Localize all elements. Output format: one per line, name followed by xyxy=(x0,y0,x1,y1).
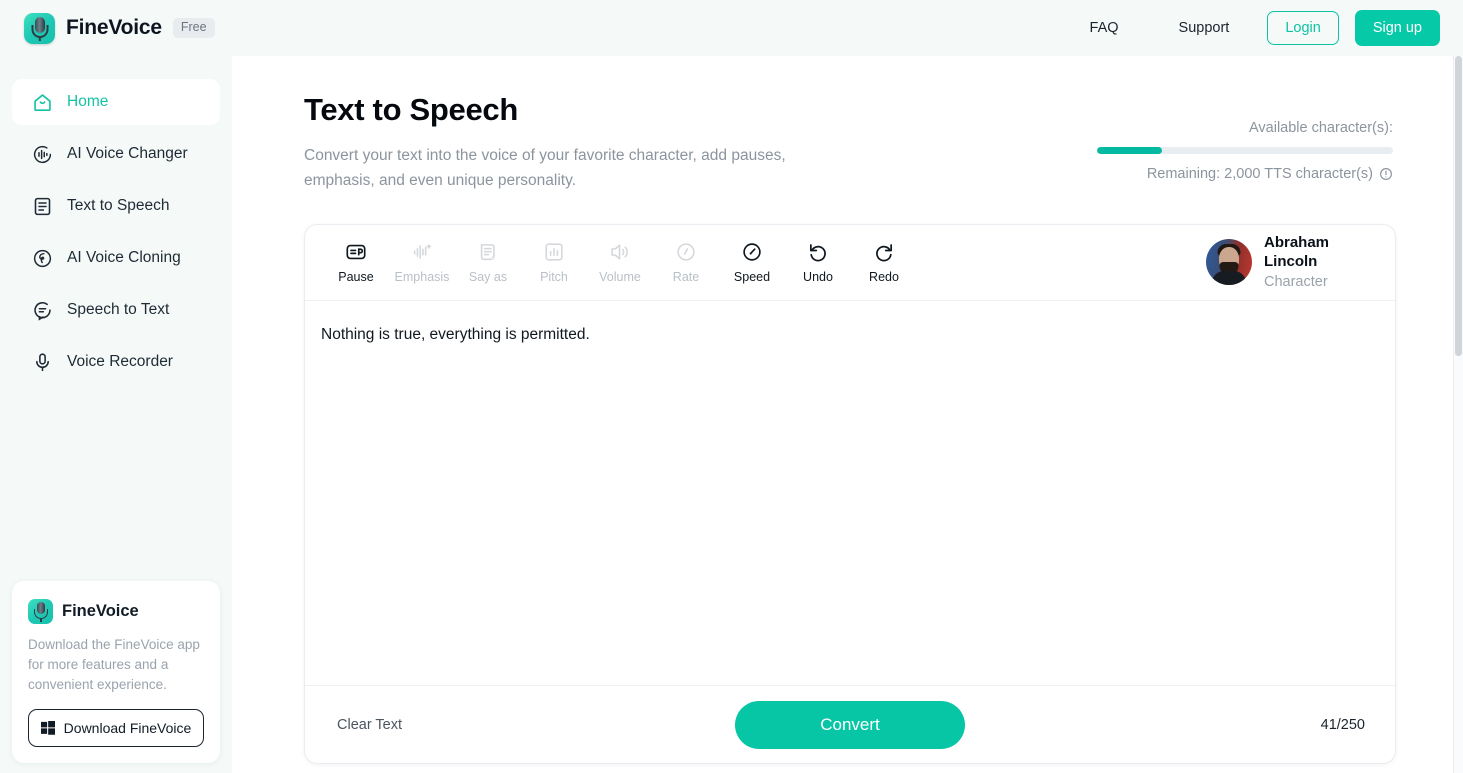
download-app-card: FineVoice Download the FineVoice app for… xyxy=(12,581,220,763)
plan-badge: Free xyxy=(173,18,215,38)
main-content: Text to Speech Convert your text into th… xyxy=(232,56,1463,773)
quota-panel: Available character(s): Remaining: 2,000… xyxy=(1097,120,1393,182)
login-button[interactable]: Login xyxy=(1267,11,1338,45)
home-icon xyxy=(32,92,53,113)
tool-label: Say as xyxy=(469,270,507,284)
sidebar-item-ai-voice-cloning[interactable]: AI Voice Cloning xyxy=(12,235,220,281)
tool-label: Volume xyxy=(599,270,641,284)
tool-label: Undo xyxy=(803,270,833,284)
say-as-doc-icon xyxy=(477,241,499,263)
tool-say-as: Say as xyxy=(455,241,521,284)
page-title: Text to Speech xyxy=(304,92,518,128)
clear-text-button[interactable]: Clear Text xyxy=(337,717,402,733)
tool-emphasis: Emphasis xyxy=(389,241,455,284)
microphone-icon xyxy=(32,352,53,373)
tool-pause[interactable]: Pause xyxy=(323,241,389,284)
pitch-bars-icon xyxy=(543,241,565,263)
tool-speed[interactable]: Speed xyxy=(719,241,785,284)
quota-remaining-row: Remaining: 2,000 TTS character(s) xyxy=(1097,166,1393,182)
download-button-label: Download FineVoice xyxy=(64,720,192,736)
download-finevoice-button[interactable]: Download FineVoice xyxy=(28,709,204,747)
tool-label: Rate xyxy=(673,270,699,284)
tool-label: Pitch xyxy=(540,270,568,284)
sidebar-item-label: Text to Speech xyxy=(67,197,170,215)
character-name: Abraham Lincoln xyxy=(1264,233,1369,271)
sidebar-item-label: AI Voice Cloning xyxy=(67,249,181,267)
brand: FineVoice Free xyxy=(24,13,215,44)
tool-label: Emphasis xyxy=(395,270,450,284)
pause-tag-icon xyxy=(345,241,367,263)
character-selector[interactable]: Abraham Lincoln Character xyxy=(1206,233,1381,292)
quota-label: Available character(s): xyxy=(1097,120,1393,136)
sidebar-item-text-to-speech[interactable]: Text to Speech xyxy=(12,183,220,229)
scrollbar-thumb[interactable] xyxy=(1455,56,1462,356)
tool-label: Speed xyxy=(734,270,770,284)
speech-bubble-icon xyxy=(32,300,53,321)
tool-pitch: Pitch xyxy=(521,241,587,284)
windows-icon xyxy=(41,721,55,735)
app-header: FineVoice Free FAQ Support Login Sign up xyxy=(0,0,1463,56)
undo-arrow-icon xyxy=(807,241,829,263)
speedometer-icon xyxy=(741,241,763,263)
sidebar-item-home[interactable]: Home xyxy=(12,79,220,125)
abraham-lincoln-avatar xyxy=(1206,239,1252,285)
convert-button[interactable]: Convert xyxy=(735,701,965,749)
sidebar-item-label: Voice Recorder xyxy=(67,353,173,371)
microphone-logo-icon xyxy=(24,13,55,44)
quota-remaining-text: Remaining: 2,000 TTS character(s) xyxy=(1147,166,1373,182)
signup-button[interactable]: Sign up xyxy=(1355,10,1440,45)
tool-label: Redo xyxy=(869,270,899,284)
character-meta: Abraham Lincoln Character xyxy=(1264,233,1369,292)
header-nav: FAQ Support Login Sign up xyxy=(1060,10,1440,45)
tts-text-input[interactable]: Nothing is true, everything is permitted… xyxy=(305,301,1395,685)
sidebar-item-voice-recorder[interactable]: Voice Recorder xyxy=(12,339,220,385)
quota-progress-fill xyxy=(1097,147,1162,154)
quota-progress-bar xyxy=(1097,147,1393,154)
tool-rate: Rate xyxy=(653,241,719,284)
page-subtitle: Convert your text into the voice of your… xyxy=(304,144,824,194)
tool-redo[interactable]: Redo xyxy=(851,241,917,284)
tool-volume: Volume xyxy=(587,241,653,284)
redo-arrow-icon xyxy=(873,241,895,263)
sidebar-item-label: Speech to Text xyxy=(67,301,169,319)
volume-speaker-icon xyxy=(609,241,631,263)
tool-label: Pause xyxy=(338,270,373,284)
download-card-title: FineVoice xyxy=(62,602,139,621)
nav-faq[interactable]: FAQ xyxy=(1060,20,1149,36)
rate-clock-icon xyxy=(675,241,697,263)
page-scrollbar[interactable] xyxy=(1453,56,1463,773)
document-lines-icon xyxy=(32,196,53,217)
info-circle-icon[interactable] xyxy=(1379,167,1393,181)
microphone-logo-icon xyxy=(28,599,53,624)
emphasis-wave-icon xyxy=(411,241,433,263)
character-role: Character xyxy=(1264,273,1369,292)
sidebar: Home AI Voice Changer Text to Speech AI … xyxy=(0,56,232,773)
brand-name: FineVoice xyxy=(66,16,162,40)
editor-toolbar: Pause Emphasis Say as xyxy=(305,225,1395,301)
download-card-header: FineVoice xyxy=(28,599,204,624)
sidebar-item-label: AI Voice Changer xyxy=(67,145,188,163)
sidebar-item-speech-to-text[interactable]: Speech to Text xyxy=(12,287,220,333)
tts-editor-card: Pause Emphasis Say as xyxy=(304,224,1396,764)
sidebar-item-label: Home xyxy=(67,93,108,111)
character-counter: 41/250 xyxy=(1321,717,1365,733)
voice-cloning-icon xyxy=(32,248,53,269)
nav-support[interactable]: Support xyxy=(1149,20,1260,36)
download-card-description: Download the FineVoice app for more feat… xyxy=(28,635,204,695)
voice-changer-icon xyxy=(32,144,53,165)
editor-footer: Clear Text Convert 41/250 xyxy=(305,685,1395,763)
tool-undo[interactable]: Undo xyxy=(785,241,851,284)
sidebar-item-ai-voice-changer[interactable]: AI Voice Changer xyxy=(12,131,220,177)
